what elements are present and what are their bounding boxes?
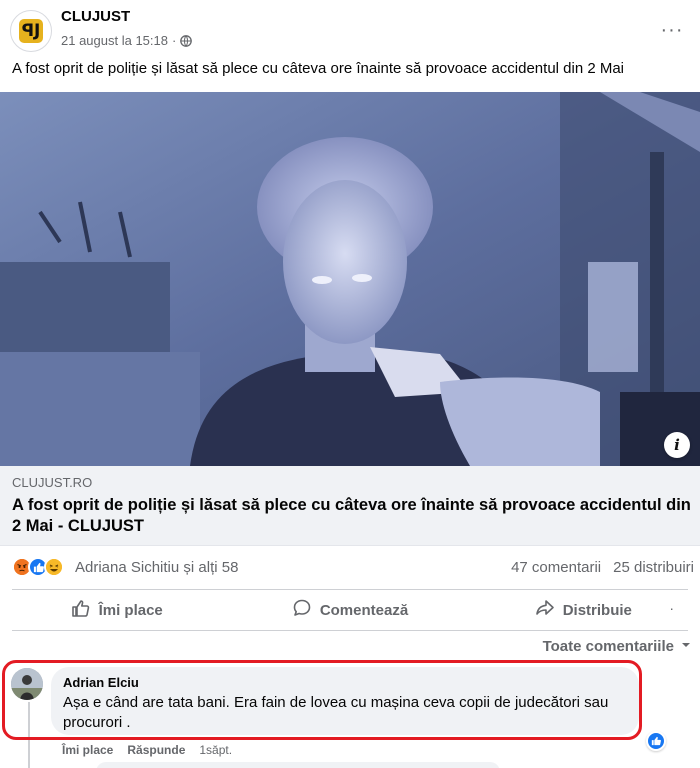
chevron-down-icon <box>680 638 692 655</box>
link-domain: CLUJUST.RO <box>12 475 93 490</box>
share-label: Distribuie <box>562 601 632 619</box>
divider <box>12 630 688 631</box>
shares-count[interactable]: 25 distribuiri <box>613 559 694 576</box>
action-bar: Îmi place Comentează Distribuie · <box>0 590 700 630</box>
link-title[interactable]: A fost oprit de poliție și lăsat să plec… <box>12 495 692 537</box>
comments-filter-dropdown[interactable]: Toate comentariile <box>543 638 692 655</box>
post-header: ꟼJ CLUJUST 21 august la 15:18 · ··· <box>0 0 700 56</box>
like-icon <box>71 598 91 622</box>
meta-separator: · <box>171 33 177 48</box>
info-icon[interactable]: i <box>664 432 690 458</box>
link-preview[interactable]: CLUJUST.RO A fost oprit de poliție și lă… <box>0 466 700 546</box>
like-label: Îmi place <box>98 601 163 619</box>
post-timestamp[interactable]: 21 august la 15:18 <box>61 33 168 48</box>
reaction-icons[interactable] <box>12 557 64 577</box>
reactor-names[interactable]: Adriana Sichitiu și alți 58 <box>75 559 238 576</box>
globe-icon <box>180 34 193 47</box>
post-meta: 21 august la 15:18 · <box>61 33 193 48</box>
comment-time[interactable]: 1săpt. <box>199 743 232 757</box>
page-logo[interactable]: ꟼJ <box>10 10 52 52</box>
preview-photo <box>0 92 700 466</box>
haha-reaction-icon <box>44 557 64 577</box>
highlight-annotation <box>2 660 642 740</box>
reply-preview[interactable] <box>96 762 500 768</box>
comments-count[interactable]: 47 comentarii <box>511 559 601 576</box>
post-text: A fost oprit de poliție și lăsat să plec… <box>12 60 625 77</box>
comment-button[interactable]: Comentează <box>233 590 466 630</box>
comment-reply-button[interactable]: Răspunde <box>127 743 185 757</box>
more-icon[interactable]: ··· <box>654 12 690 48</box>
link-preview-image[interactable]: i <box>0 92 700 466</box>
page-logo-mark: ꟼJ <box>19 19 43 43</box>
like-button[interactable]: Îmi place <box>0 590 233 630</box>
comment-actions: Îmi place Răspunde 1săpt. <box>62 743 232 757</box>
share-icon <box>535 598 555 622</box>
reactions-row: Adriana Sichitiu și alți 58 47 comentari… <box>0 548 700 588</box>
engagement-counts: 47 comentarii 25 distribuiri <box>511 559 694 576</box>
share-button[interactable]: Distribuie <box>467 590 700 630</box>
comment-icon <box>292 598 312 622</box>
comment-like-button[interactable]: Îmi place <box>62 743 113 757</box>
action-extra: · <box>669 600 674 616</box>
comments-filter-label: Toate comentariile <box>542 638 674 655</box>
comment-label: Comentează <box>319 601 409 619</box>
comment-like-badge-icon[interactable] <box>646 731 666 751</box>
page-name[interactable]: CLUJUST <box>61 8 130 25</box>
